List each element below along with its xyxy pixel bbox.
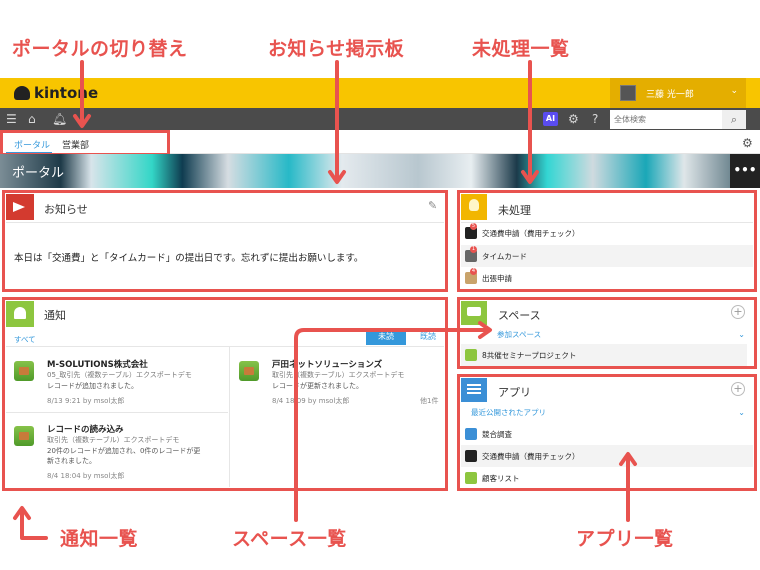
notification-extra-count[interactable]: 他1件 <box>420 396 438 406</box>
chevron-down-icon: ⌄ <box>738 408 745 417</box>
callout-app-list: アプリ一覧 <box>576 528 674 550</box>
callout-notification-list: 通知一覧 <box>60 528 139 550</box>
notification-item-title[interactable]: M-SOLUTIONS株式会社 <box>47 358 148 370</box>
lightbulb-icon <box>461 194 487 220</box>
notification-item-app: 取引先（複数テーブル）エクスポートデモ <box>47 436 180 444</box>
app-icon <box>239 361 259 381</box>
item-label: 交通費申請（費用チェック） <box>482 451 580 461</box>
logo-text: kintone <box>34 84 99 102</box>
tab-unread[interactable]: 未読 <box>366 329 406 345</box>
chat-bubble-icon <box>461 301 487 325</box>
megaphone-icon <box>6 194 34 220</box>
portal-switch-highlight <box>0 130 170 156</box>
edit-icon[interactable]: ✎ <box>428 199 437 212</box>
gear-icon[interactable]: ⚙ <box>568 112 579 126</box>
divider <box>6 412 228 413</box>
search-icon[interactable]: ⌕ <box>722 110 746 129</box>
add-app-button[interactable]: + <box>731 382 745 396</box>
global-search-input[interactable] <box>610 110 722 129</box>
item-label: 交通費申請（費用チェック） <box>482 228 580 238</box>
app-icon <box>465 450 477 462</box>
callout-portal-switch: ポータルの切り替え <box>12 38 188 60</box>
add-space-button[interactable]: + <box>731 305 745 319</box>
space-item[interactable]: 8共催セミナープロジェクト <box>461 344 747 366</box>
tab-read[interactable]: 既読 <box>412 329 444 345</box>
notification-bell-icon <box>6 301 34 327</box>
notification-title: 通知 <box>44 309 66 322</box>
hamburger-icon[interactable]: ☰ <box>6 112 17 126</box>
dropdown-label: 参加スペース <box>497 330 542 339</box>
portal-banner <box>0 154 760 188</box>
home-icon[interactable]: ⌂ <box>28 112 36 126</box>
notification-item-meta: 8/4 18:09 by msol太郎 <box>272 397 350 405</box>
notification-item-body: レコードが更新されました。 <box>272 382 363 390</box>
divider <box>6 346 444 347</box>
kintone-logo-icon <box>14 86 30 100</box>
notification-item-app: 05_取引先（複数テーブル）エクスポートデモ <box>47 371 192 379</box>
count-badge: 5 <box>470 223 477 230</box>
portal-title: ポータル <box>12 166 65 181</box>
unprocessed-title: 未処理 <box>498 204 531 217</box>
notification-item-body: レコードが追加されました。 <box>47 382 138 390</box>
arrow-notification-list <box>20 508 48 540</box>
notice-body: 本日は「交通費」と「タイムカード」の提出日です。忘れずに提出お願いします。 <box>14 253 364 264</box>
app-title: アプリ <box>498 386 531 399</box>
callout-unprocessed-list: 未処理一覧 <box>472 38 570 60</box>
app-icon: 5 <box>465 223 477 239</box>
app-icon <box>14 361 34 381</box>
notification-item-app: 取引先（複数テーブル）エクスポートデモ <box>272 371 405 379</box>
column-divider <box>229 347 230 487</box>
item-label: 8共催セミナープロジェクト <box>482 350 577 360</box>
callout-notice-board: お知らせ掲示板 <box>268 38 405 60</box>
notification-item-meta: 8/4 18:04 by msol太郎 <box>47 472 125 480</box>
notice-title: お知らせ <box>44 203 88 216</box>
notification-filter[interactable]: すべて <box>14 334 36 345</box>
app-filter-dropdown[interactable]: 最近公開されたアプリ ⌄ <box>461 406 753 420</box>
item-label: 出張申請 <box>482 273 512 283</box>
item-label: 競合調査 <box>482 429 512 439</box>
arrowhead <box>13 506 31 520</box>
app-icon <box>465 428 477 440</box>
notification-item-body: 20件のレコードが追加され、0件のレコードが更新されました。 <box>47 447 201 465</box>
portal-menu-button[interactable]: ••• <box>730 154 760 188</box>
app-grid-icon <box>461 378 487 402</box>
chevron-down-icon: ⌄ <box>730 86 738 96</box>
count-badge: 1 <box>470 246 477 253</box>
unprocessed-item[interactable]: 1 タイムカード <box>461 245 753 267</box>
portal-settings-gear-icon[interactable]: ⚙ <box>742 136 753 150</box>
item-label: 顧客リスト <box>482 473 520 483</box>
help-icon[interactable]: ? <box>592 112 598 126</box>
user-menu[interactable]: 三藤 光一郎 ⌄ <box>610 78 746 108</box>
callout-space-list: スペース一覧 <box>232 528 347 550</box>
unprocessed-item[interactable]: 4 出張申請 <box>461 267 753 289</box>
dropdown-label: 最近公開されたアプリ <box>471 408 546 417</box>
space-icon <box>465 349 477 361</box>
app-item[interactable]: 交通費申請（費用チェック） <box>461 445 753 467</box>
ai-button[interactable]: AI <box>543 112 558 126</box>
item-label: タイムカード <box>482 251 527 261</box>
space-title: スペース <box>498 309 541 322</box>
app-item[interactable]: 顧客リスト <box>461 468 753 488</box>
notification-item-title[interactable]: レコードの読み込み <box>47 423 124 435</box>
avatar <box>620 85 636 101</box>
bell-icon[interactable]: 🔔︎ <box>52 112 67 126</box>
app-item[interactable]: 競合調査 <box>461 423 753 445</box>
notification-item-meta: 8/13 9:21 by msol太郎 <box>47 397 125 405</box>
chevron-down-icon: ⌄ <box>738 330 745 339</box>
divider <box>6 222 444 223</box>
space-filter-dropdown[interactable]: 参加スペース ⌄ <box>461 328 753 342</box>
notification-item-title[interactable]: 戸田ネットソリューションズ <box>272 358 382 370</box>
kintone-logo[interactable]: kintone <box>14 84 98 102</box>
user-name: 三藤 光一郎 <box>646 89 694 100</box>
app-icon <box>14 426 34 446</box>
app-icon: 4 <box>465 268 477 284</box>
count-badge: 4 <box>470 268 477 275</box>
app-icon: 1 <box>465 246 477 262</box>
app-icon <box>465 472 477 484</box>
unprocessed-item[interactable]: 5 交通費申請（費用チェック） <box>461 222 753 244</box>
